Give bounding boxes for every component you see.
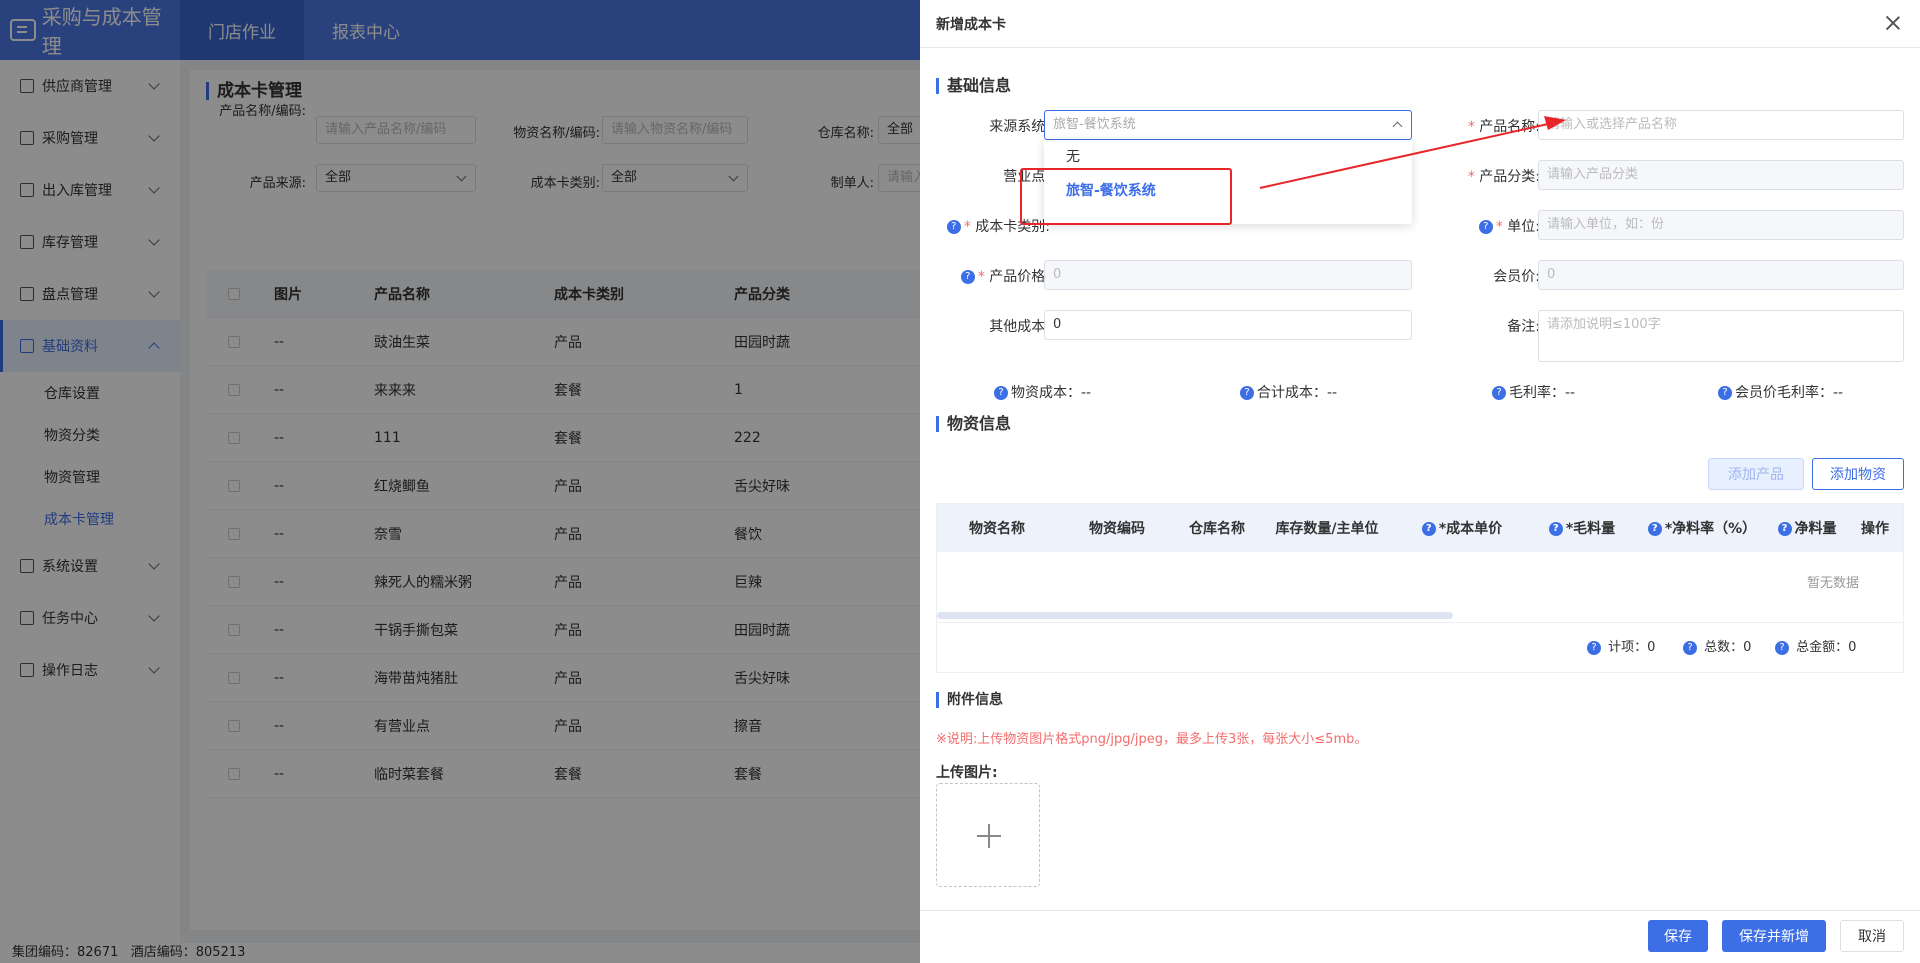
- member-price-input[interactable]: 0: [1538, 260, 1904, 290]
- price-input[interactable]: 0: [1044, 260, 1412, 290]
- other-cost-label: 其他成本:: [989, 319, 1050, 335]
- other-cost-input[interactable]: 0: [1044, 310, 1412, 340]
- question-icon: ?: [1718, 386, 1732, 400]
- save-button[interactable]: 保存: [1648, 920, 1708, 952]
- attach-note: ※说明:上传物资图片格式png/jpg/jpeg，最多上传3张，每张大小≤5mb…: [936, 732, 1368, 747]
- count-stat: ? 计项：0: [1587, 636, 1655, 655]
- remark-textarea[interactable]: 请添加说明≤100字: [1538, 310, 1904, 362]
- question-icon: ?: [1240, 386, 1254, 400]
- question-icon: ?: [1492, 386, 1506, 400]
- gross-margin-stat: ? 毛利率：--: [1492, 382, 1575, 402]
- unit-input[interactable]: 请输入单位，如：份: [1538, 210, 1904, 240]
- material-cost-stat: ? 物资成本：--: [994, 382, 1091, 402]
- question-icon: ?: [1421, 522, 1436, 536]
- question-icon: ?: [1647, 522, 1662, 536]
- question-icon: ?: [1548, 522, 1563, 536]
- material-table: 物资名称 物资编码 仓库名称 库存数量/主单位 ? *成本单价 ? *毛料量 ? *净…: [936, 503, 1904, 673]
- category-label: * 产品分类:: [1467, 169, 1540, 185]
- add-material-button[interactable]: 添加物资: [1812, 458, 1904, 490]
- horizontal-scrollbar[interactable]: [937, 612, 1453, 619]
- product-name-input[interactable]: 请输入或选择产品名称: [1538, 110, 1904, 140]
- upload-image-button[interactable]: [936, 783, 1040, 887]
- question-icon: ?: [1587, 640, 1601, 655]
- member-margin-stat: ? 会员价毛利率：--: [1718, 382, 1843, 402]
- drawer-header: 新增成本卡: [920, 0, 1920, 48]
- empty-text: 暂无数据: [1807, 576, 1860, 591]
- total-cost-stat: ? 合计成本：--: [1240, 382, 1337, 402]
- basic-info-title: 基础信息: [936, 78, 1011, 94]
- save-and-new-button[interactable]: 保存并新增: [1722, 920, 1826, 952]
- price-label: ? * 产品价格:: [920, 266, 1050, 286]
- chevron-up-icon: [1392, 121, 1403, 132]
- question-icon: ?: [946, 220, 961, 234]
- product-name-label: * 产品名称:: [1467, 119, 1540, 135]
- remark-label: 备注:: [1507, 319, 1540, 335]
- source-select[interactable]: 旅智-餐饮系统: [1044, 110, 1412, 140]
- upload-label: 上传图片:: [936, 765, 998, 781]
- source-label: 来源系统:: [989, 119, 1050, 135]
- member-price-label: 会员价:: [1493, 269, 1540, 285]
- annotation-highlight-box: [1020, 168, 1232, 225]
- unit-label: ? * 单位:: [1410, 216, 1540, 236]
- drawer-title: 新增成本卡: [936, 16, 1006, 33]
- add-product-button[interactable]: 添加产品: [1708, 458, 1804, 490]
- close-icon[interactable]: [1884, 14, 1902, 32]
- material-info-title: 物资信息: [936, 416, 1011, 432]
- question-icon: ?: [1683, 640, 1697, 655]
- total-amount-stat: ? 总金额：0: [1775, 636, 1856, 655]
- cancel-button[interactable]: 取消: [1840, 920, 1904, 952]
- attach-info-title: 附件信息: [936, 692, 1003, 708]
- total-qty-stat: ? 总数：0: [1683, 636, 1751, 655]
- question-icon: ?: [1775, 640, 1789, 655]
- category-input[interactable]: 请输入产品分类: [1538, 160, 1904, 190]
- question-icon: ?: [1777, 522, 1792, 536]
- question-icon: ?: [1478, 220, 1493, 234]
- material-table-header: 物资名称 物资编码 仓库名称 库存数量/主单位 ? *成本单价 ? *毛料量 ? *净…: [937, 504, 1903, 552]
- question-icon: ?: [994, 386, 1008, 400]
- question-icon: ?: [960, 270, 975, 284]
